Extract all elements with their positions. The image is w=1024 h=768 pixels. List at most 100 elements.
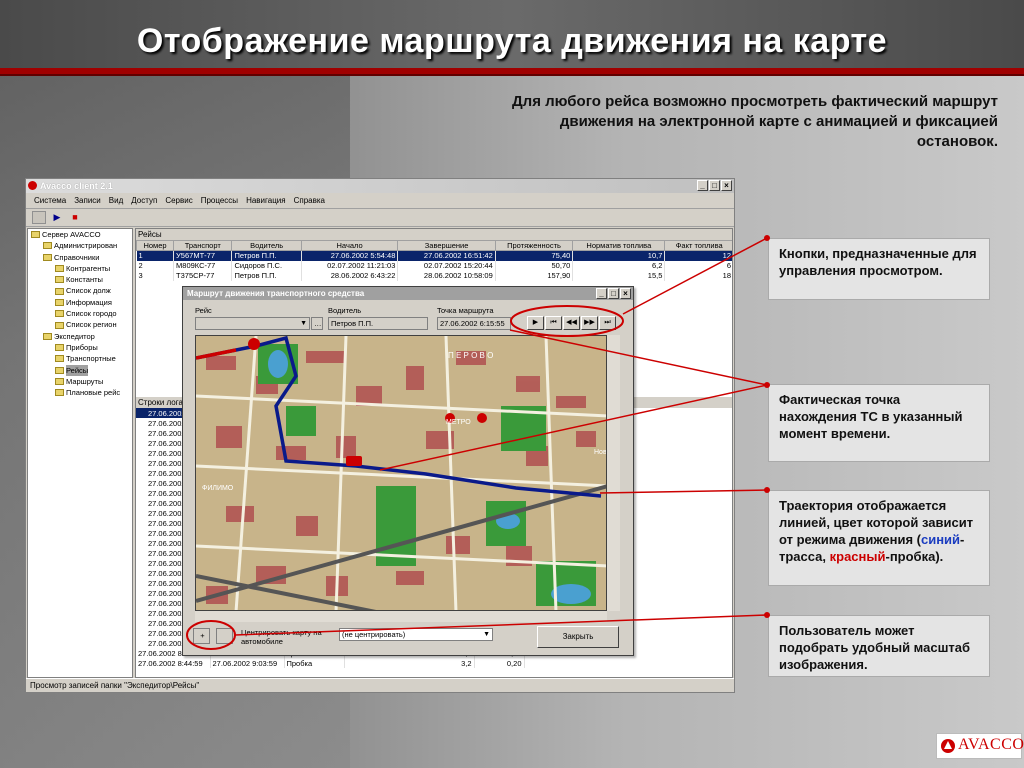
intro-line: Для любого рейса возможно просмотреть фа… [511, 93, 998, 110]
table-row[interactable]: 2 М809КС-77 Сидоров П.С. 02.07.2002 11:21:0… [136, 260, 732, 271]
status-bar: Просмотр записей папки "Экспедитор\Рейсы… [26, 678, 734, 692]
dialog-title: Маршрут движения транспортного средства … [183, 287, 633, 300]
folder-icon [43, 242, 52, 250]
table-row[interactable]: 3 Т375СР-77 Петров П.П. 28.06.2002 6:43:22 2… [136, 270, 732, 281]
folder-icon[interactable] [32, 211, 46, 224]
tree-item-label: Плановые рейс [66, 388, 121, 398]
column-header[interactable]: Норматив топлива [572, 240, 666, 251]
dialog-title-text: Маршрут движения транспортного средства [187, 289, 365, 298]
zoom-fit-button[interactable] [216, 628, 233, 644]
dialog-minimize-button[interactable]: _ [596, 288, 607, 299]
log-cell: 3,2 [344, 658, 475, 668]
tree-item[interactable]: Приборы [28, 342, 132, 353]
table-cell: 27.06.2002 5:54:48 [301, 250, 399, 261]
menu-item[interactable]: Система [34, 193, 66, 208]
center-map-select[interactable]: (не центрировать) ▼ [339, 628, 493, 641]
trip-select[interactable]: ▼ [195, 317, 310, 330]
column-header[interactable]: Номер [136, 240, 175, 251]
close-button[interactable]: × [721, 180, 732, 191]
table-cell: 15,5 [572, 270, 666, 281]
table-cell: 10,7 [572, 250, 666, 261]
dialog-maximize-button[interactable]: □ [608, 288, 619, 299]
table-cell: 12 [664, 250, 732, 261]
column-header[interactable]: Протяженность [494, 240, 574, 251]
map-canvas[interactable]: П Е Р О В О МЕТРО Нов ФИЛИМО [196, 336, 607, 611]
rewind-start-button[interactable]: ⏮ [545, 316, 562, 330]
tree-item[interactable]: Список городо [28, 308, 132, 319]
log-row[interactable]: 27.06.2002 8:44:59 27.06.2002 9:03:59 Проб… [136, 658, 525, 668]
tree-item-label: Приборы [66, 342, 98, 352]
tree-item[interactable]: Экспедитор [28, 331, 132, 342]
tree-item-label: Список регион [66, 320, 117, 330]
tree-item[interactable]: Информация [28, 297, 132, 308]
center-map-label: Центрировать карту на автомобиле [241, 628, 322, 646]
driver-field: Петров П.П. [328, 317, 428, 330]
callout-vehicle-point: Фактическая точка нахождения ТС в указан… [768, 384, 990, 462]
column-header[interactable]: Водитель [231, 240, 302, 251]
map-horizontal-scrollbar[interactable] [195, 611, 607, 622]
tree-item[interactable]: Контрагенты [28, 263, 132, 274]
menu-item[interactable]: Сервис [165, 193, 192, 208]
tree-item[interactable]: Рейсы [28, 364, 132, 376]
callout-zoom: Пользователь может подобрать удобный мас… [768, 615, 990, 677]
table-cell: 157,90 [495, 270, 574, 281]
play-button[interactable]: ▶ [527, 316, 544, 330]
tree-item[interactable]: Список долж [28, 285, 132, 296]
tree-item[interactable]: Транспортные [28, 353, 132, 364]
table-row[interactable]: 1 У567МТ-77 Петров П.П. 27.06.2002 5:54:48 2… [136, 250, 732, 261]
forward-end-button[interactable]: ⏭ [599, 316, 616, 330]
folder-icon [55, 298, 64, 306]
step-back-button[interactable]: ◀◀ [563, 316, 580, 330]
map-place-label: ФИЛИМО [202, 485, 234, 492]
folder-icon [55, 344, 64, 352]
menu-item[interactable]: Процессы [201, 193, 238, 208]
table-cell: 02.07.2002 15:20:44 [397, 260, 496, 271]
tree-item[interactable]: Сервер AVACCO [28, 229, 132, 240]
play-icon[interactable]: ▶ [50, 211, 64, 224]
step-forward-button[interactable]: ▶▶ [581, 316, 598, 330]
folder-icon [55, 265, 64, 273]
table-cell: 6,2 [572, 260, 666, 271]
tree-item[interactable]: Справочники [28, 252, 132, 263]
tree-item-label: Администрирован [54, 241, 118, 251]
column-header[interactable]: Начало [300, 240, 399, 251]
folder-icon [43, 253, 52, 261]
vehicle-marker [346, 456, 362, 466]
minimize-button[interactable]: _ [697, 180, 708, 191]
tree-item[interactable]: Список регион [28, 319, 132, 330]
tree-item[interactable]: Маршруты [28, 376, 132, 387]
tree-item-label: Константы [66, 275, 103, 285]
menu-item[interactable]: Вид [109, 193, 123, 208]
menu-item[interactable]: Справка [294, 193, 325, 208]
log-cell: 0,20 [474, 658, 525, 668]
menu-item[interactable]: Доступ [131, 193, 157, 208]
menubar: Система Записи Вид Доступ Сервис Процессы Нави… [26, 193, 734, 209]
tree-item[interactable]: Константы [28, 274, 132, 285]
column-header[interactable]: Завершение [397, 240, 496, 251]
avacco-logo-icon [941, 739, 955, 753]
column-header[interactable]: Факт топлива [664, 240, 732, 251]
stop-icon[interactable]: ■ [68, 211, 82, 224]
tree-item-label: Справочники [54, 252, 100, 262]
table-cell: 28.06.2002 10:58:09 [397, 270, 496, 281]
app-logo-icon [28, 181, 37, 190]
tree-item[interactable]: Плановые рейс [28, 387, 132, 398]
map-vertical-scrollbar[interactable] [607, 335, 620, 611]
zoom-in-button[interactable]: + [193, 628, 210, 644]
dialog-close-button[interactable]: × [620, 288, 631, 299]
menu-item[interactable]: Записи [74, 193, 101, 208]
table-cell: 28.06.2002 6:43:22 [301, 270, 399, 281]
dialog-close-main-button[interactable]: Закрыть [537, 626, 619, 648]
tree-item[interactable]: Администрирован [28, 240, 132, 251]
trip-lookup-button[interactable]: … [311, 317, 323, 330]
table-cell: Сидоров П.С. [231, 260, 302, 271]
map-district-label: П Е Р О В О [448, 351, 493, 360]
trips-pane-label: Рейсы [136, 229, 732, 240]
intro-text: Для любого рейса возможно просмотреть фа… [400, 92, 998, 152]
maximize-button[interactable]: □ [709, 180, 720, 191]
column-header[interactable]: Транспорт [173, 240, 233, 251]
folder-icon [43, 332, 52, 340]
menu-item[interactable]: Навигация [246, 193, 286, 208]
route-map[interactable]: П Е Р О В О МЕТРО Нов ФИЛИМО [195, 335, 607, 611]
table-cell: У567МТ-77 [173, 250, 233, 261]
